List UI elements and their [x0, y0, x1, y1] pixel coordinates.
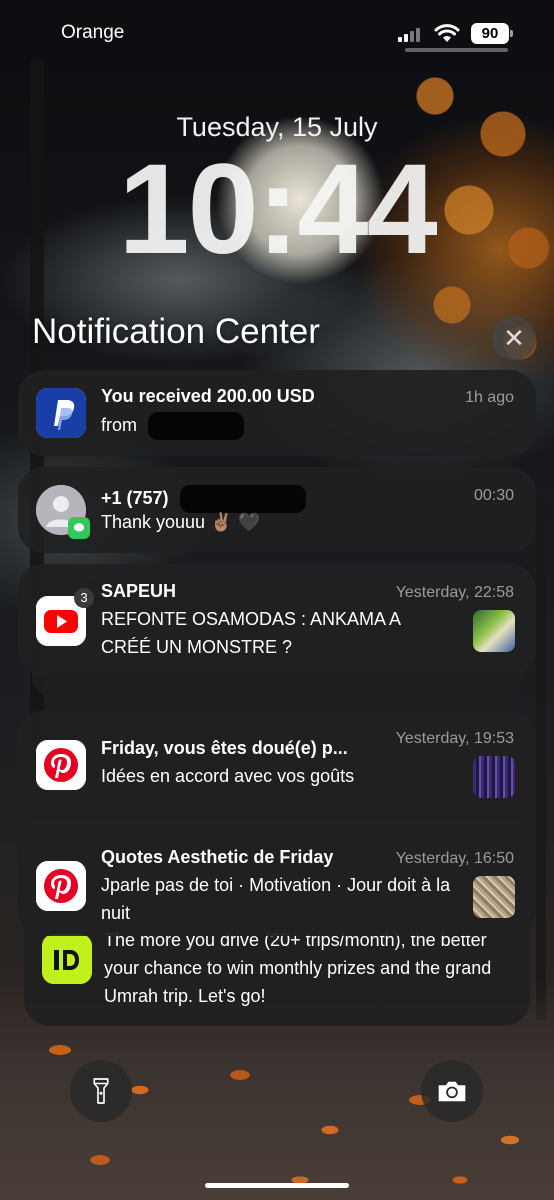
- notification-title: Friday, vous êtes doué(e) p...: [101, 738, 348, 758]
- status-underline: [405, 48, 508, 52]
- notification-body: REFONTE OSAMODAS : ANKAMA A CRÉÉ UN MONS…: [101, 609, 401, 657]
- carrier-label: Orange: [61, 22, 125, 43]
- notification-sender: +1 (757): [101, 487, 169, 508]
- contact-avatar-icon: [36, 485, 90, 539]
- redacted-name: [148, 412, 245, 441]
- notification-thumbnail: [473, 756, 515, 798]
- indrive-icon: [42, 934, 92, 984]
- notification-body: The more you drive (20+ trips/month), th…: [104, 930, 492, 1006]
- wifi-icon: [434, 24, 460, 42]
- notification-time: Yesterday, 16:50: [395, 850, 514, 867]
- notification-paypal[interactable]: You received 200.00 USD 1h ago from: [18, 370, 536, 456]
- notification-title: SAPEUH: [101, 581, 177, 601]
- notification-pinterest[interactable]: Friday, vous êtes doué(e) p... Yesterday…: [18, 710, 536, 820]
- home-indicator[interactable]: [205, 1183, 349, 1188]
- notification-pinterest[interactable]: Quotes Aesthetic de Friday Yesterday, 16…: [18, 830, 536, 936]
- notification-body: Thank youuu ✌🏽 🖤: [101, 512, 260, 532]
- notification-body: Jparle pas de toi · Motivation · Jour do…: [101, 875, 451, 923]
- pinterest-icon: [36, 861, 86, 911]
- notification-time: Yesterday, 22:58: [395, 584, 514, 601]
- notification-thumbnail: [473, 610, 515, 652]
- notification-time: 00:30: [473, 487, 514, 504]
- flashlight-button[interactable]: [70, 1060, 132, 1122]
- notification-message[interactable]: +1 (757) 00:30 Thank youuu ✌🏽 🖤: [18, 467, 536, 553]
- signal-bars-icon: [398, 26, 424, 42]
- notification-thumbnail: [473, 876, 515, 918]
- notification-time: Yesterday, 19:53: [395, 730, 514, 747]
- notification-body: Idées en accord avec vos goûts: [101, 766, 355, 786]
- youtube-icon: 3: [36, 588, 94, 646]
- flashlight-icon: [93, 1078, 109, 1104]
- notification-title: You received 200.00 USD: [101, 386, 315, 406]
- wallpaper-pole: [536, 500, 546, 1020]
- app-badge-count: 3: [74, 588, 94, 608]
- notification-title: Quotes Aesthetic de Friday: [101, 847, 334, 867]
- close-icon[interactable]: ✕: [492, 316, 536, 360]
- pinterest-icon: [36, 740, 86, 790]
- paypal-icon: [36, 388, 86, 438]
- notification-body-text: from: [101, 415, 137, 435]
- notification-center-title: Notification Center: [32, 312, 320, 351]
- notification-time: 1h ago: [465, 389, 514, 406]
- battery-indicator: 90: [471, 23, 513, 44]
- messages-icon: [68, 517, 90, 539]
- notification-body: from: [101, 411, 245, 441]
- lock-screen-time: 10:44: [118, 138, 437, 281]
- camera-icon: [438, 1081, 466, 1101]
- notification-youtube[interactable]: 3 SAPEUH Yesterday, 22:58 REFONTE OSAMOD…: [18, 564, 536, 676]
- status-bar: Orange 90: [0, 22, 554, 46]
- camera-button[interactable]: [421, 1060, 483, 1122]
